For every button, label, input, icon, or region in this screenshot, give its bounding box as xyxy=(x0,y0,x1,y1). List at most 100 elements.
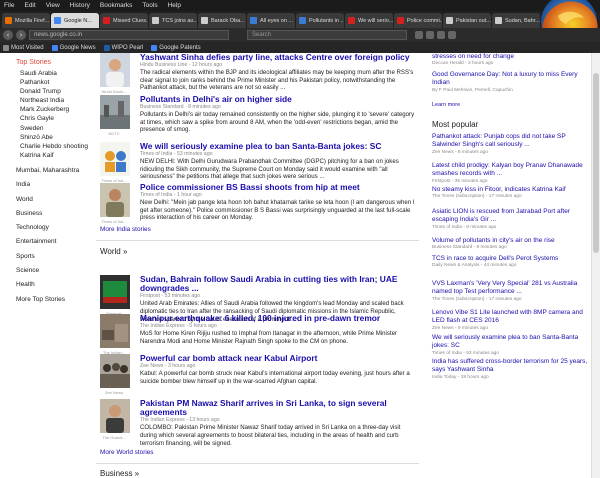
sidebar-topic-item[interactable]: Pathankot xyxy=(20,78,96,87)
scrollbar-thumb[interactable] xyxy=(593,73,599,253)
sidebar-item[interactable]: Technology xyxy=(16,221,96,235)
sidebar-topic-item[interactable]: Chris Gayle xyxy=(20,114,96,123)
url-bar[interactable]: news.google.co.in xyxy=(29,30,229,40)
menu-view[interactable]: View xyxy=(46,2,60,9)
story-headline[interactable]: Manipur earthquake: 6 killed, 100 injure… xyxy=(140,313,415,323)
story-headline[interactable]: Pakistan PM Nawaz Sharif arrives in Sri … xyxy=(140,398,415,417)
back-icon[interactable]: ‹ xyxy=(3,30,13,40)
browser-tab[interactable]: Pollutants in ... xyxy=(296,13,344,28)
search-input[interactable]: Search xyxy=(247,30,407,40)
most-popular-headline[interactable]: Latest child prodigy: Kalyan boy Pranav … xyxy=(432,162,592,179)
sidebar-item[interactable]: Mumbai, Maharashtra xyxy=(16,164,96,178)
story-headline[interactable]: Powerful car bomb attack near Kabul Airp… xyxy=(140,353,415,363)
learn-more-link[interactable]: Learn more xyxy=(432,102,460,108)
page-icon xyxy=(152,17,159,24)
browser-tab[interactable]: TCS joins au... xyxy=(149,13,197,28)
section-divider xyxy=(96,463,419,464)
browser-window: File Edit View History Bookmarks Tools H… xyxy=(0,0,600,478)
most-popular-item: Pathankot attack: Punjab cops did not ta… xyxy=(432,133,592,156)
story-headline[interactable]: Yashwant Sinha defies party line, attack… xyxy=(140,53,415,62)
menu-tools[interactable]: Tools xyxy=(142,2,157,9)
browser-tab[interactable]: Google N... xyxy=(51,13,99,28)
business-section-heading[interactable]: Business » xyxy=(100,469,139,478)
page-scrollbar[interactable] xyxy=(591,53,600,478)
sidebar-topic-item[interactable]: Shinzō Abe xyxy=(20,133,96,142)
thumbnail-source: Hindu Busin... xyxy=(101,89,127,94)
bookmark-item[interactable]: Google Patents xyxy=(151,44,201,51)
wipo-icon xyxy=(103,44,110,51)
story-headline[interactable]: We will seriously examine plea to ban Sa… xyxy=(140,141,415,151)
browser-tab[interactable]: Pakistan out... xyxy=(443,13,491,28)
page-icon xyxy=(495,17,502,24)
story-thumbnail[interactable] xyxy=(100,354,130,388)
browser-tab[interactable]: Missed Clues... xyxy=(100,13,148,28)
story-headline[interactable]: Police commissioner BS Bassi shoots from… xyxy=(140,182,415,192)
addon-icon[interactable] xyxy=(448,31,456,39)
most-popular-headline[interactable]: India has suffered cross-border terroris… xyxy=(432,358,592,375)
page-icon xyxy=(201,17,208,24)
sidebar-topic-item[interactable]: Donald Trump xyxy=(20,87,96,96)
story-text: Powerful car bomb attack near Kabul Airp… xyxy=(140,353,415,385)
more-world-link[interactable]: More World stories xyxy=(100,449,154,456)
sidebar-item[interactable]: World xyxy=(16,193,96,207)
menu-file[interactable]: File xyxy=(4,2,14,9)
story-thumbnail[interactable] xyxy=(100,53,130,87)
sidebar-topic-item[interactable]: Sweden xyxy=(20,124,96,133)
most-popular-headline[interactable]: Asiatic LION is rescued from Jatrabad Po… xyxy=(432,208,592,225)
most-popular-headline[interactable]: Pathankot attack: Punjab cops did not ta… xyxy=(432,133,592,150)
story-headline[interactable]: Sudan, Bahrain follow Saudi Arabia in cu… xyxy=(140,274,415,293)
forward-icon[interactable]: › xyxy=(16,30,26,40)
browser-tab[interactable]: Barack Oba... xyxy=(198,13,246,28)
sidebar-top-stories[interactable]: Top Stories xyxy=(16,59,96,66)
story-text: Police commissioner BS Bassi shoots from… xyxy=(140,182,415,222)
sidebar-topic-item[interactable]: Northeast India xyxy=(20,96,96,105)
story-snippet: MoS for Home Kiren Rijiju rushed to Imph… xyxy=(140,330,398,345)
browser-tab[interactable]: We will serio... xyxy=(345,13,393,28)
star-icon[interactable] xyxy=(415,31,423,39)
most-popular-headline[interactable]: We will seriously examine plea to ban Sa… xyxy=(432,334,592,351)
browser-tab[interactable]: All eyes on ... xyxy=(247,13,295,28)
browser-tab[interactable]: Mozilla Firef... xyxy=(2,13,50,28)
menu-help[interactable]: Help xyxy=(168,2,181,9)
bookmark-item[interactable]: Most Visited xyxy=(3,44,44,51)
sidebar-topic-item[interactable]: Saudi Arabia xyxy=(20,69,96,78)
ndtv-icon xyxy=(348,17,355,24)
story-headline[interactable]: Pollutants in Delhi's air on higher side xyxy=(140,94,415,104)
most-popular-item: Lenovo Vibe S1 Lite launched with 8MP ca… xyxy=(432,309,592,332)
more-india-link[interactable]: More India stories xyxy=(100,226,151,233)
navigation-bar: ‹ › news.google.co.in Search xyxy=(0,28,600,42)
most-popular-headline[interactable]: VVS Laxman's 'Very Very Special' 281 vs … xyxy=(432,280,592,297)
sidebar-topic-item[interactable]: Katrina Kaif xyxy=(20,151,96,160)
section-divider xyxy=(96,240,419,241)
story-source-time: Firstpost - 53 minutes ago xyxy=(140,293,200,300)
sidebar-item[interactable]: Sports xyxy=(16,250,96,264)
sidebar-topic-item[interactable]: Charlie Hebdo shooting xyxy=(20,142,96,151)
story-thumbnail[interactable] xyxy=(100,275,130,309)
story-thumbnail[interactable] xyxy=(100,95,130,129)
most-popular-headline[interactable]: Lenovo Vibe S1 Lite launched with 8MP ca… xyxy=(432,309,592,326)
world-section-heading[interactable]: World » xyxy=(100,247,127,256)
right-story-source: Deccan Herald - 3 hours ago xyxy=(432,61,494,67)
sidebar-item[interactable]: Health xyxy=(16,278,96,292)
story-thumbnail[interactable] xyxy=(100,314,130,348)
bookmark-item[interactable]: Google News xyxy=(51,44,96,51)
sidebar-topic-item[interactable]: Mark Zuckerberg xyxy=(20,105,96,114)
menu-history[interactable]: History xyxy=(70,2,90,9)
menu-edit[interactable]: Edit xyxy=(24,2,35,9)
bookmark-item[interactable]: WIPO Pearl xyxy=(103,44,143,51)
story-snippet: New Delhi: "Mein jab pange leta hoon toh… xyxy=(140,199,415,222)
story-thumbnail[interactable] xyxy=(100,183,130,217)
sidebar-item[interactable]: Entertainment xyxy=(16,235,96,249)
browser-tab[interactable]: Police commi... xyxy=(394,13,442,28)
main-column: Hindu Busin... Yashwant Sinha defies part… xyxy=(96,53,419,478)
download-icon[interactable] xyxy=(426,31,434,39)
sidebar-item[interactable]: Business xyxy=(16,207,96,221)
sidebar-item[interactable]: India xyxy=(16,178,96,192)
story-thumbnail[interactable] xyxy=(100,399,130,433)
sidebar-item[interactable]: More Top Stories xyxy=(16,293,96,307)
right-story-headline[interactable]: Good Governance Day: Not a luxury to mis… xyxy=(432,71,592,88)
menu-bookmarks[interactable]: Bookmarks xyxy=(100,2,133,9)
story-thumbnail[interactable] xyxy=(100,142,130,176)
sidebar-item[interactable]: Science xyxy=(16,264,96,278)
home-icon[interactable] xyxy=(437,31,445,39)
